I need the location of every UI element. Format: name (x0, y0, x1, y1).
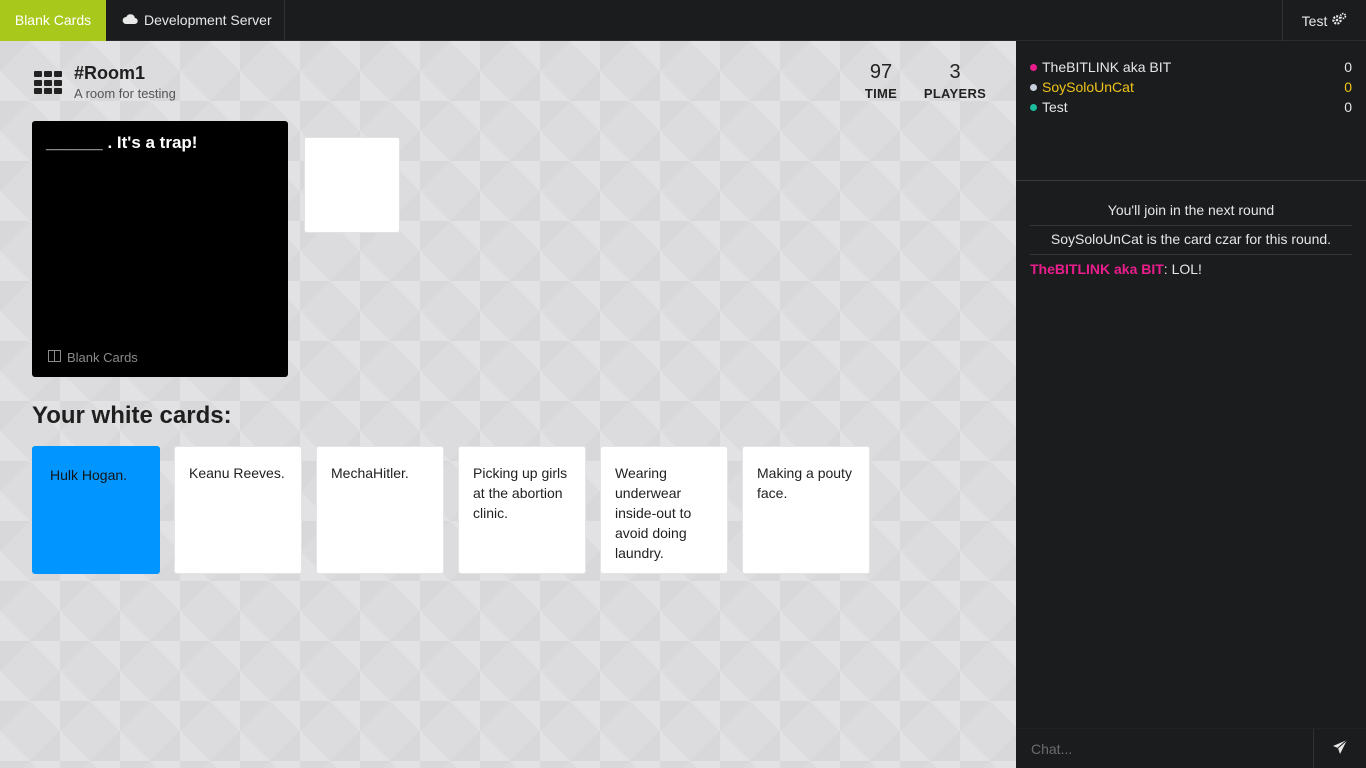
black-card: ______ . It's a trap! Blank Cards (32, 121, 288, 377)
player-score: 0 (1344, 59, 1352, 75)
game-area: #Room1 A room for testing 97 TIME 3 PLAY… (0, 41, 1016, 768)
player-row: Test 0 (1030, 97, 1352, 117)
chat-bar (1016, 728, 1366, 768)
white-card[interactable]: MechaHitler. (316, 446, 444, 574)
sidebar: TheBITLINK aka BIT 0 SoySoloUnCat 0 Test… (1016, 41, 1366, 768)
user-menu[interactable]: Test (1282, 0, 1366, 41)
system-message: SoySoloUnCat is the card czar for this r… (1030, 226, 1352, 255)
server-tab[interactable]: Development Server (106, 0, 285, 41)
player-name: Test (1042, 99, 1068, 115)
player-row: SoySoloUnCat 0 (1030, 77, 1352, 97)
players-stat: 3 PLAYERS (922, 61, 988, 101)
player-row: TheBITLINK aka BIT 0 (1030, 57, 1352, 77)
players-value: 3 (949, 61, 961, 83)
book-icon (48, 350, 61, 365)
white-card[interactable]: Hulk Hogan. (32, 446, 160, 574)
paper-plane-icon (1332, 739, 1348, 760)
time-stat: 97 TIME (858, 61, 904, 101)
room-name: #Room1 (74, 63, 146, 83)
chat-input[interactable] (1016, 729, 1313, 768)
players-label: PLAYERS (923, 86, 987, 101)
chat-log: You'll join in the next round SoySoloUnC… (1030, 197, 1352, 279)
player-status-dot (1030, 63, 1037, 71)
time-value: 97 (869, 61, 893, 83)
sidebar-divider (1016, 180, 1366, 181)
deck-name: Blank Cards (67, 350, 138, 365)
player-status-dot (1030, 83, 1037, 91)
top-bar: Blank Cards Development Server Test (0, 0, 1366, 41)
white-card[interactable]: Making a pouty face. (742, 446, 870, 574)
player-score: 0 (1344, 79, 1352, 95)
white-card[interactable]: Keanu Reeves. (174, 446, 302, 574)
player-name: SoySoloUnCat (1042, 79, 1134, 95)
player-list: TheBITLINK aka BIT 0 SoySoloUnCat 0 Test… (1030, 57, 1352, 117)
chat-message: TheBITLINK aka BIT: LOL! (1030, 261, 1202, 277)
grid-icon (34, 71, 62, 95)
player-status-dot (1030, 103, 1037, 111)
room-description: A room for testing (74, 86, 176, 101)
cloud-icon (122, 0, 138, 41)
hand-title: Your white cards: (32, 402, 232, 429)
chat-text: LOL! (1171, 261, 1202, 277)
black-card-text: ______ . It's a trap! (46, 133, 198, 152)
black-card-deck: Blank Cards (48, 350, 138, 365)
white-card[interactable]: Wearing underwear inside-out to avoid do… (600, 446, 728, 574)
gears-icon (1331, 12, 1347, 29)
user-name: Test (1301, 12, 1328, 29)
player-name: TheBITLINK aka BIT (1042, 59, 1172, 75)
white-card[interactable]: Picking up girls at the abortion clinic. (458, 446, 586, 574)
chat-author: TheBITLINK aka BIT (1030, 261, 1164, 277)
time-label: TIME (864, 86, 898, 101)
server-name: Development Server (144, 12, 272, 28)
played-card-slot[interactable] (304, 137, 400, 233)
send-button[interactable] (1313, 729, 1366, 768)
system-message: You'll join in the next round (1030, 197, 1352, 226)
brand-tab[interactable]: Blank Cards (0, 0, 106, 41)
player-score: 0 (1344, 99, 1352, 115)
